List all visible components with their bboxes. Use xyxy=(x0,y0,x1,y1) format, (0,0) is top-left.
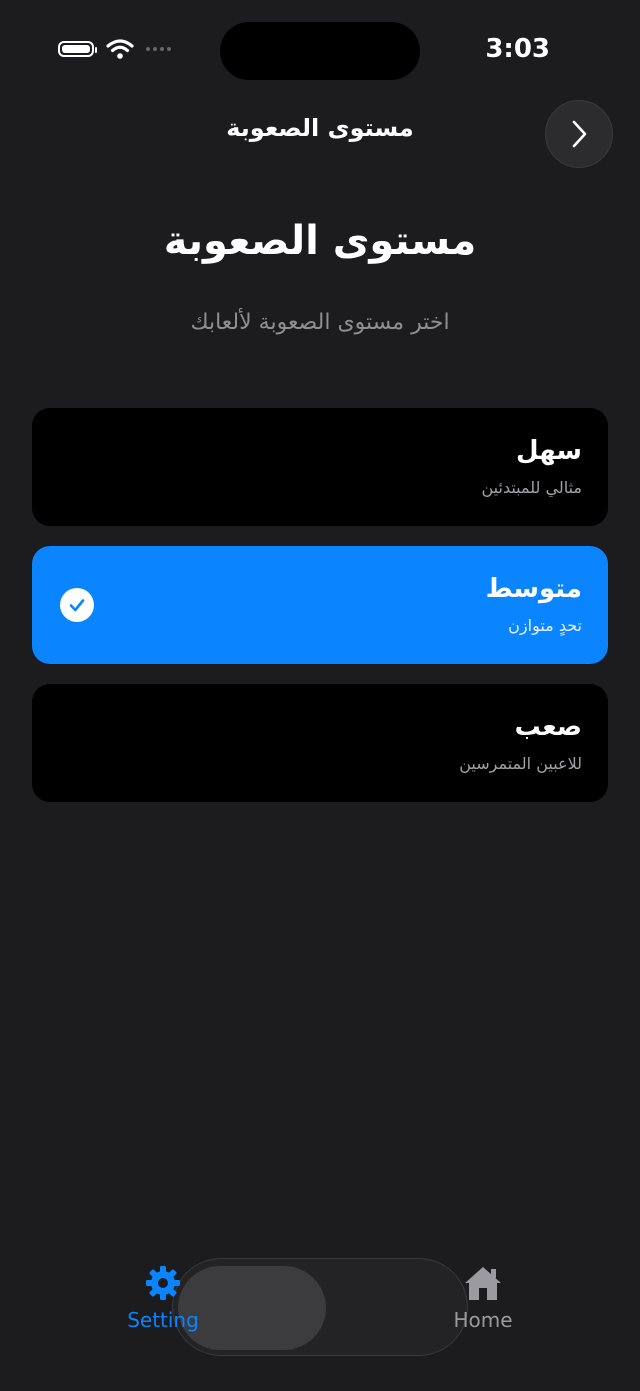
gear-icon xyxy=(146,1266,180,1300)
status-icons xyxy=(58,38,171,60)
nav-title: مستوى الصعوبة xyxy=(226,114,414,142)
tab-setting[interactable]: Setting xyxy=(120,1264,206,1332)
tab-setting-label: Setting xyxy=(127,1308,199,1332)
battery-icon xyxy=(58,41,97,57)
status-time: 3:03 xyxy=(485,34,550,64)
wifi-icon xyxy=(106,39,134,59)
tab-bar: Setting Home xyxy=(0,1250,640,1391)
option-description: للاعبين المتمرسين xyxy=(459,754,582,773)
option-description: مثالي للمبتدئين xyxy=(481,478,582,497)
page-title: مستوى الصعوبة xyxy=(163,218,477,264)
difficulty-option-hard[interactable]: صعب للاعبين المتمرسين xyxy=(32,684,608,802)
chevron-right-icon xyxy=(572,120,587,148)
forward-button[interactable] xyxy=(545,100,613,168)
tab-home[interactable]: Home xyxy=(440,1264,526,1332)
dynamic-island xyxy=(220,22,420,80)
difficulty-option-medium[interactable]: متوسط تحدٍ متوازن xyxy=(32,546,608,664)
difficulty-option-easy[interactable]: سهل مثالي للمبتدئين xyxy=(32,408,608,526)
status-bar: 3:03 xyxy=(0,0,640,100)
page-subtitle: اختر مستوى الصعوبة لألعابك xyxy=(190,310,450,335)
house-icon xyxy=(465,1267,501,1300)
checkmark-icon xyxy=(60,588,94,622)
option-title: سهل xyxy=(516,436,582,466)
option-description: تحدٍ متوازن xyxy=(508,616,582,635)
tab-home-label: Home xyxy=(453,1308,513,1332)
option-title: متوسط xyxy=(485,574,582,604)
option-title: صعب xyxy=(514,712,582,742)
cellular-signal-icon xyxy=(146,47,171,51)
